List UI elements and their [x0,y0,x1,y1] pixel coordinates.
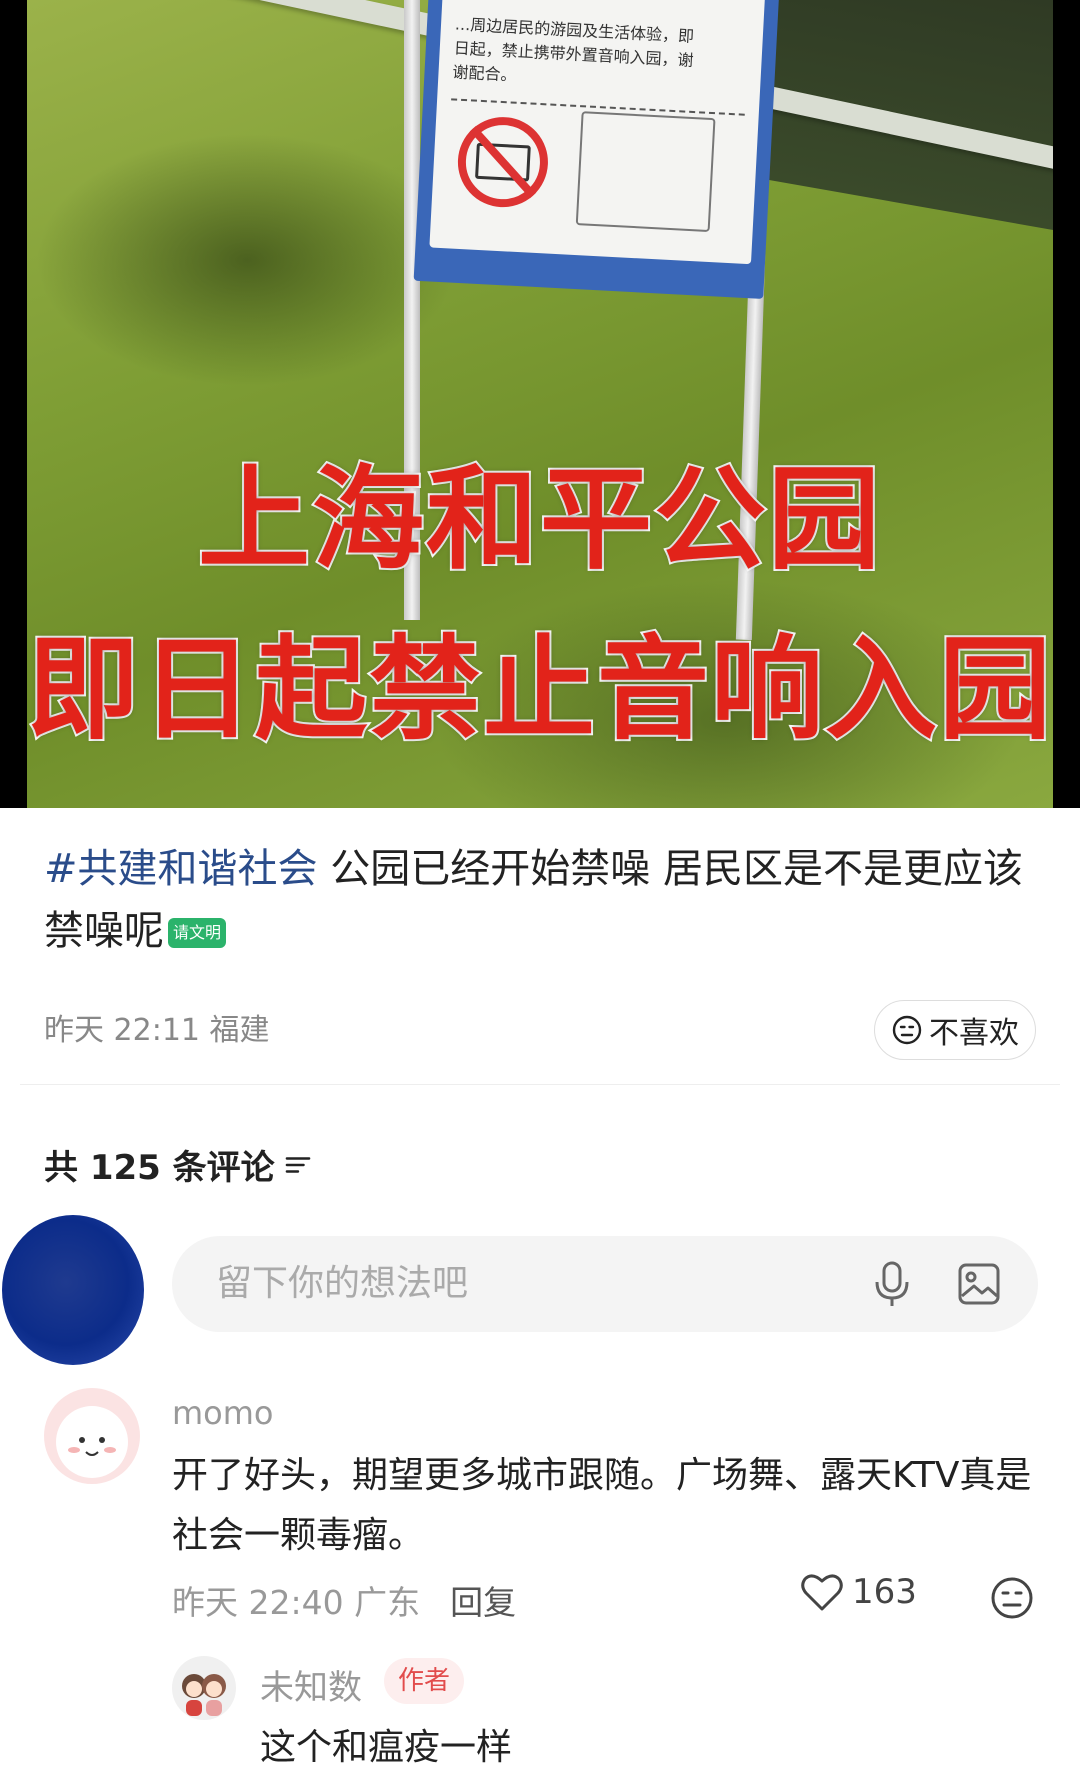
author-badge: 作者 [384,1658,465,1704]
sign-text: ...周边居民的游园及生活体验，即日起，禁止携带外置音响入园，谢谢配合。 [452,14,695,85]
comment-input[interactable]: 留下你的想法吧 [172,1236,1038,1332]
hashtag-link[interactable]: #共建和谐社会 [44,846,318,892]
neutral-face-icon [892,1015,922,1045]
heart-icon [801,1574,843,1611]
photo-headline-1: 上海和平公园 [196,453,882,587]
comment-dislike-icon[interactable] [990,1576,1034,1620]
no-boombox-icon [455,114,551,210]
reply-author-avatar[interactable] [172,1656,236,1720]
comment-text: 开了好头，期望更多城市跟随。广场舞、露天KTV真是社会一颗毒瘤。 [172,1455,1032,1556]
civilized-emoji-icon: 请文明 [168,918,227,948]
post-image[interactable]: ...周边居民的游园及生活体验，即日起，禁止携带外置音响入园，谢谢配合。 上海和… [0,0,1080,808]
microphone-icon[interactable] [872,1260,912,1308]
commenter-name[interactable]: momo [172,1394,274,1432]
comment-time-location: 昨天 22:40 广东 [172,1583,421,1622]
reply-button[interactable]: 回复 [450,1576,516,1624]
comment-count-sort[interactable]: 共 125 条评论 [44,1140,311,1189]
reply-author-name[interactable]: 未知数 [260,1660,362,1709]
like-count: 163 [852,1572,917,1612]
commenter-avatar[interactable] [44,1388,140,1484]
reply-text: 这个和瘟疫一样 [260,1727,513,1768]
comment-input-placeholder: 留下你的想法吧 [216,1263,469,1304]
dislike-button[interactable]: 不喜欢 [874,1000,1036,1060]
dislike-label: 不喜欢 [929,1016,1019,1051]
comment-count: 共 125 条评论 [44,1148,275,1188]
post-time: 昨天 22:11 [44,1013,200,1048]
park-sign: ...周边居民的游园及生活体验，即日起，禁止携带外置音响入园，谢谢配合。 [413,0,781,299]
post-body: #共建和谐社会 公园已经开始禁噪 居民区是不是更应该禁噪呢 请文明 [44,838,1034,962]
photo-headline-2: 即日起禁止音响入园 [25,623,1053,757]
my-avatar[interactable] [2,1215,144,1365]
sort-icon[interactable] [285,1153,311,1177]
image-icon[interactable] [957,1262,1001,1306]
post-location: 福建 [209,1013,270,1048]
comment-meta: 昨天 22:40 广东 回复 [172,1576,516,1624]
like-button[interactable]: 163 [800,1572,917,1612]
post-meta: 昨天 22:11 福建 [44,1005,270,1049]
divider [20,1084,1060,1085]
park-illustration [575,111,716,233]
